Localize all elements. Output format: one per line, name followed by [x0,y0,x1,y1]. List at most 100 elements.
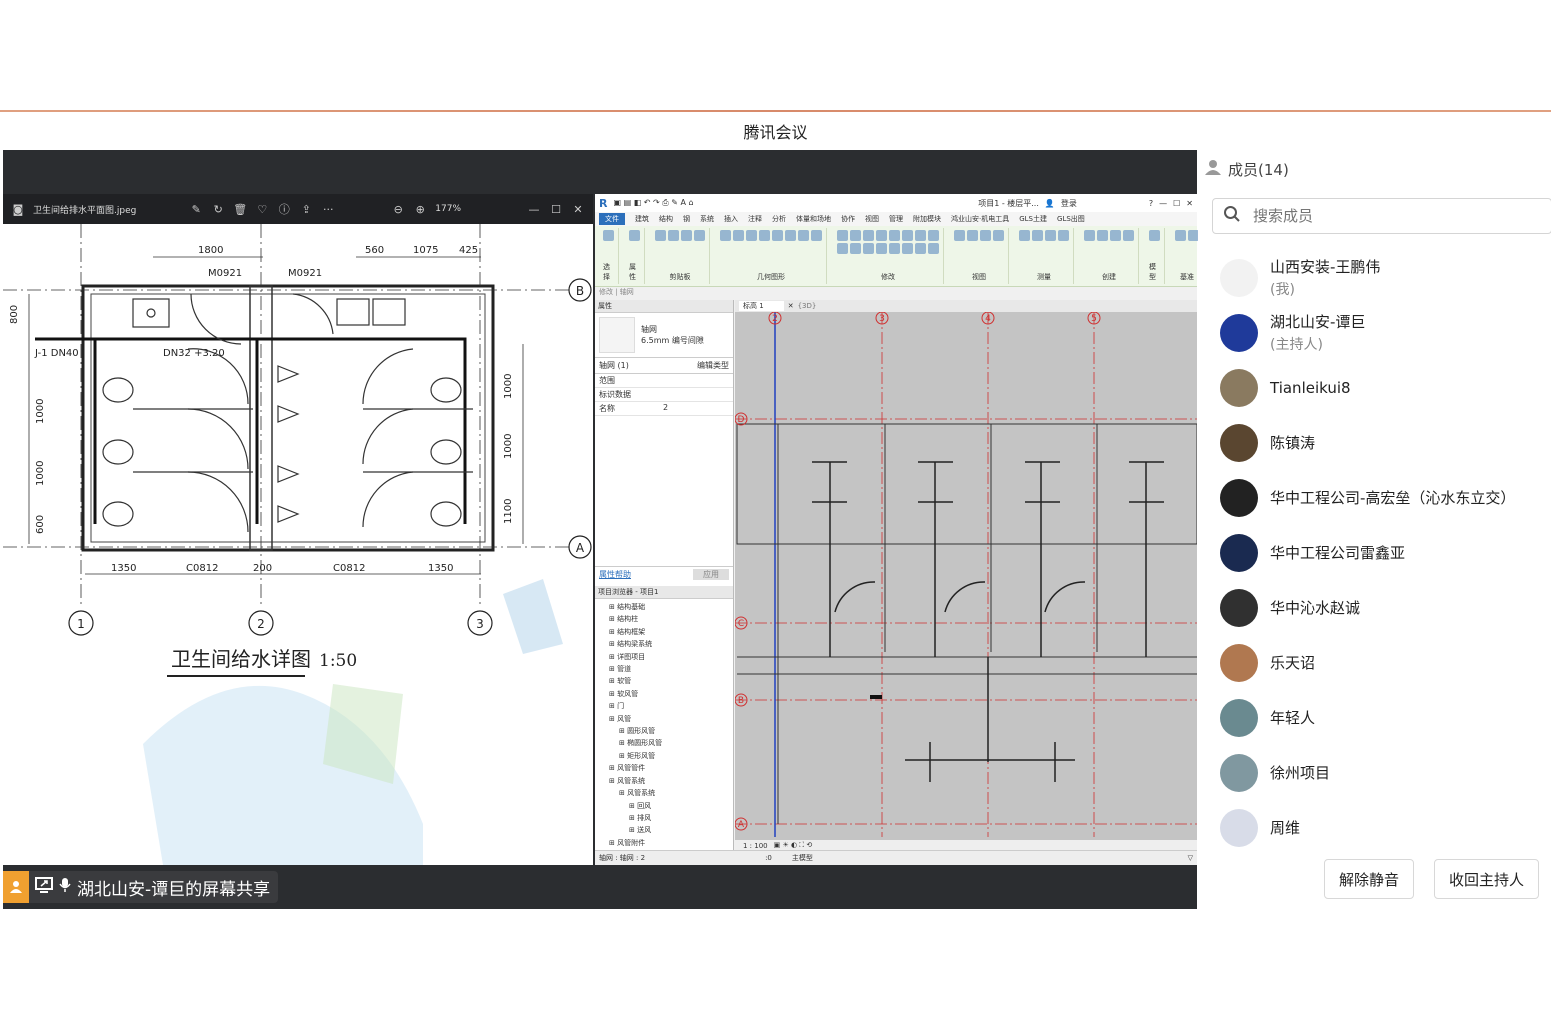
filter-icon[interactable]: ▽ [1188,854,1193,862]
ribbon-tab[interactable]: 协作 [841,214,855,224]
tool-icon[interactable] [863,230,874,241]
tool-icon[interactable] [954,230,965,241]
tool-icon[interactable] [915,230,926,241]
tool-icon[interactable] [850,243,861,254]
ribbon-tab[interactable]: 视图 [865,214,879,224]
browser-item[interactable]: ⊞ 门 [599,700,729,712]
expand-icon[interactable]: ⊞ [609,640,617,648]
expand-icon[interactable]: ⊞ [619,727,627,735]
tool-icon[interactable] [889,243,900,254]
expand-icon[interactable]: ⊞ [609,715,617,723]
reclaim-host-button[interactable]: 收回主持人 [1433,859,1539,899]
expand-icon[interactable]: ⊞ [629,814,637,822]
tool-icon[interactable] [980,230,991,241]
tool-icon[interactable] [876,230,887,241]
tool-icon[interactable] [785,230,796,241]
tool-icon[interactable] [1110,230,1121,241]
expand-icon[interactable]: ⊞ [629,802,637,810]
browser-item[interactable]: ⊞ 详图项目 [599,651,729,663]
expand-icon[interactable]: ⊞ [609,702,617,710]
ribbon-tab[interactable]: 附加模块 [913,214,941,224]
rotate-icon[interactable]: ↻ [211,203,225,216]
user-icon[interactable]: 👤 [1045,199,1055,208]
expand-icon[interactable]: ⊞ [609,839,617,847]
property-row[interactable]: 名称 2 [595,402,733,416]
tool-icon[interactable] [837,243,848,254]
member-item[interactable]: 华中沁水赵诚 [1198,580,1551,635]
tool-icon[interactable] [1058,230,1069,241]
ribbon-tab[interactable]: 系统 [700,214,714,224]
tool-icon[interactable] [694,230,705,241]
tool-icon[interactable] [863,243,874,254]
login-link[interactable]: 登录 [1061,198,1077,209]
tool-icon[interactable] [1084,230,1095,241]
tool-icon[interactable] [720,230,731,241]
tool-icon[interactable] [876,243,887,254]
member-item[interactable]: 华中工程公司-高宏垒（沁水东立交） [1198,470,1551,525]
expand-icon[interactable]: ⊞ [609,764,617,772]
expand-icon[interactable]: ⊞ [609,653,617,661]
tool-icon[interactable] [1045,230,1056,241]
revit-close-icon[interactable]: ✕ [1186,199,1193,208]
quick-access-icons[interactable]: ▣ ▤ ◧ ↶ ↷ ⎙ ✎ A ⌂ [613,198,693,208]
browser-item[interactable]: ⊞ 回风 [599,800,729,812]
browser-item[interactable]: ⊞ 排风 [599,812,729,824]
browser-item[interactable]: ⊞ 风管管件 [599,762,729,774]
ribbon-tab[interactable]: 建筑 [635,214,649,224]
browser-item[interactable]: ⊞ 风管附件 [599,837,729,849]
apply-button[interactable]: 应用 [693,569,729,580]
ribbon-tab[interactable]: 注释 [748,214,762,224]
tool-icon[interactable] [967,230,978,241]
tool-icon[interactable] [915,243,926,254]
expand-icon[interactable]: ⊞ [609,777,617,785]
expand-icon[interactable]: ⊞ [609,603,617,611]
tool-icon[interactable] [1032,230,1043,241]
browser-item[interactable]: ⊞ 送风 [599,824,729,836]
expand-icon[interactable]: ⊞ [609,665,617,673]
tool-icon[interactable] [928,230,939,241]
heart-icon[interactable]: ♡ [255,203,269,216]
member-item[interactable]: 华中工程公司雷鑫亚 [1198,525,1551,580]
ribbon-tab[interactable]: 结构 [659,214,673,224]
properties-help-link[interactable]: 属性帮助 [599,569,631,580]
expand-icon[interactable]: ⊞ [629,826,637,834]
expand-icon[interactable]: ⊞ [609,615,617,623]
revit-maximize-icon[interactable]: ☐ [1173,199,1180,208]
member-item[interactable]: 周维 [1198,800,1551,855]
expand-icon[interactable]: ⊞ [619,752,627,760]
delete-icon[interactable]: 🗑 [233,203,247,216]
tool-icon[interactable] [733,230,744,241]
unmute-button[interactable]: 解除静音 [1323,859,1414,899]
ribbon-tab[interactable]: 插入 [724,214,738,224]
tool-icon[interactable] [1175,230,1186,241]
expand-icon[interactable]: ⊞ [609,677,617,685]
instance-selector[interactable]: 轴网 (1) [599,360,629,371]
browser-item[interactable]: ⊞ 风管系统 [599,775,729,787]
tool-icon[interactable] [681,230,692,241]
edit-type-button[interactable]: 编辑类型 [697,360,729,371]
member-item[interactable]: Tianleikui8 [1198,360,1551,415]
tool-icon[interactable] [746,230,757,241]
tool-icon[interactable] [1097,230,1108,241]
member-item[interactable]: 山西安装-王鹏伟 (我) [1198,250,1551,305]
property-row[interactable]: 标识数据 [595,388,733,402]
type-selector[interactable]: 轴网 6.5mm 编号间隙 [595,313,733,358]
tool-icon[interactable] [837,230,848,241]
revit-logo-icon[interactable]: R [599,197,607,210]
browser-item[interactable]: ⊞ 风管 [599,713,729,725]
browser-item[interactable]: ⊞ 结构框架 [599,626,729,638]
minimize-icon[interactable]: — [527,203,541,216]
ribbon-tab[interactable]: 钢 [683,214,690,224]
view-control-icons[interactable]: ▣ ☀ ◐ ⛶ ⟲ [774,841,813,850]
expand-icon[interactable]: ⊞ [619,739,627,747]
tool-icon[interactable] [798,230,809,241]
member-search[interactable] [1212,198,1551,234]
revit-minimize-icon[interactable]: — [1159,199,1167,208]
tool-icon[interactable] [759,230,770,241]
browser-item[interactable]: ⊞ 结构梁系统 [599,638,729,650]
view-tab-3d[interactable]: {3D} [798,302,817,310]
expand-icon[interactable]: ⊞ [609,690,617,698]
tool-icon[interactable] [902,243,913,254]
tool-icon[interactable] [902,230,913,241]
view-scale[interactable]: 1 : 100 [743,842,768,850]
